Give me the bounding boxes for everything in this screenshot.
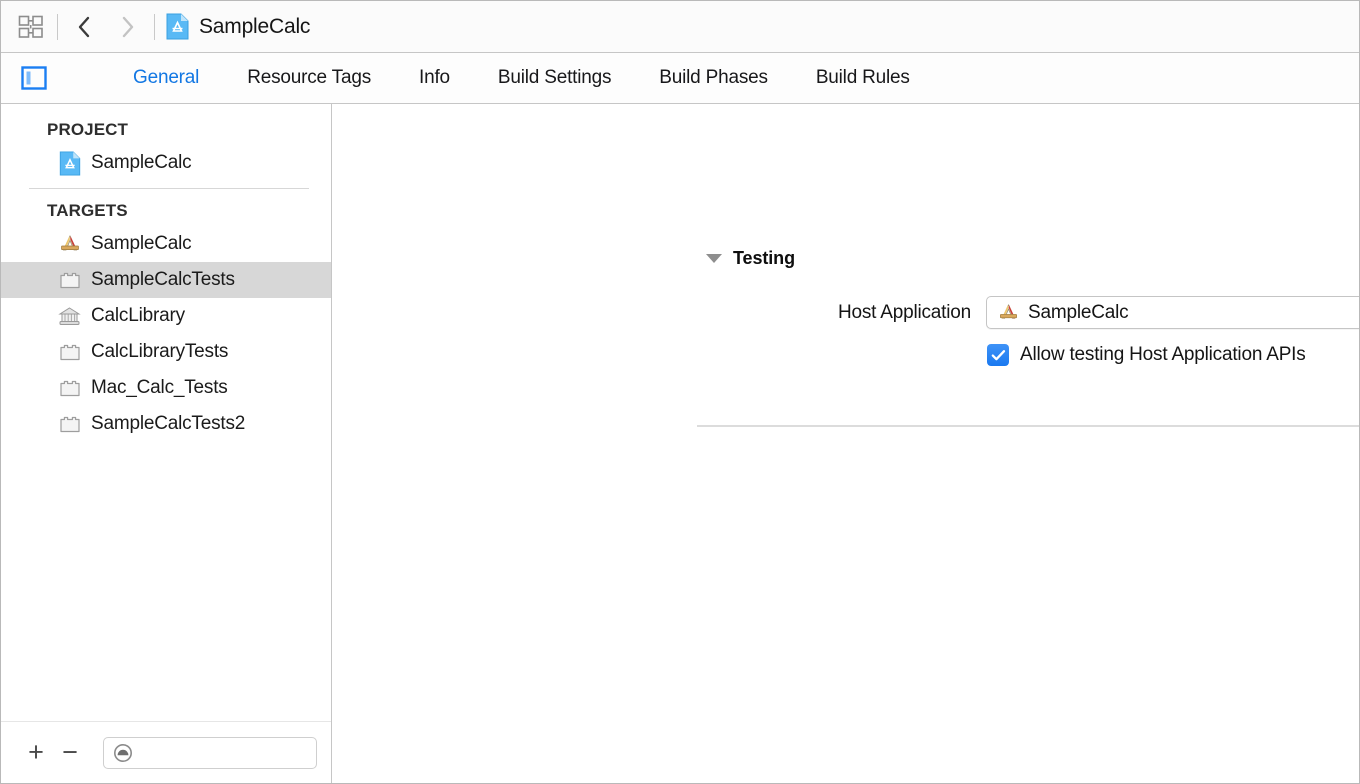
tab-build-settings[interactable]: Build Settings	[474, 67, 635, 89]
general-settings-pane: Testing Host Application SampleCalc	[332, 104, 1359, 783]
test-bundle-icon	[57, 412, 82, 437]
targets-section-header: TARGETS	[1, 196, 331, 226]
add-target-button[interactable]: +	[21, 739, 51, 766]
sidebar-item-label: SampleCalc	[91, 233, 191, 255]
sidebar-item-label: SampleCalcTests2	[91, 413, 245, 435]
sidebar-item-target-samplecalctests[interactable]: SampleCalcTests	[1, 262, 331, 298]
tab-general[interactable]: General	[109, 67, 223, 89]
jump-bar-divider-2	[154, 14, 155, 40]
xcode-project-document-icon	[166, 13, 189, 40]
host-application-popup-button[interactable]: SampleCalc	[986, 296, 1359, 329]
sidebar-item-project-samplecalc[interactable]: SampleCalc	[1, 145, 331, 181]
filter-input[interactable]	[103, 737, 317, 769]
sidebar-footer-toolbar: + −	[1, 721, 331, 783]
test-bundle-icon	[57, 340, 82, 365]
section-separator	[697, 425, 1359, 427]
host-application-label: Host Application	[706, 302, 986, 324]
jump-bar-title[interactable]: SampleCalc	[199, 15, 310, 39]
xcode-project-editor-window: SampleCalc General Resource Tags Info Bu…	[0, 0, 1360, 784]
section-title: Testing	[733, 248, 795, 269]
tab-resource-tags[interactable]: Resource Tags	[223, 67, 395, 89]
sidebar-item-target-samplecalctests2[interactable]: SampleCalcTests2	[1, 406, 331, 442]
jump-bar: SampleCalc	[1, 1, 1359, 53]
test-bundle-icon	[57, 268, 82, 293]
sidebar-item-label: Mac_Calc_Tests	[91, 377, 228, 399]
tab-build-rules[interactable]: Build Rules	[792, 67, 934, 89]
filter-recent-icon[interactable]	[112, 742, 134, 764]
jump-bar-divider-1	[57, 14, 58, 40]
testing-section-header[interactable]: Testing	[706, 248, 795, 269]
sidebar-item-target-samplecalc[interactable]: SampleCalc	[1, 226, 331, 262]
app-target-icon	[996, 301, 1020, 325]
show-navigator-panel-icon[interactable]	[1, 65, 47, 91]
sidebar-item-label: SampleCalcTests	[91, 269, 235, 291]
editor-tab-bar: General Resource Tags Info Build Setting…	[1, 53, 1359, 104]
tab-list: General Resource Tags Info Build Setting…	[109, 67, 934, 89]
sidebar-item-target-mac-calc-tests[interactable]: Mac_Calc_Tests	[1, 370, 331, 406]
editor-body: PROJECT SampleCalc TARGETS	[1, 104, 1359, 783]
remove-target-button[interactable]: −	[55, 739, 85, 766]
tab-info[interactable]: Info	[395, 67, 474, 89]
related-items-grid-icon[interactable]	[18, 15, 44, 39]
allow-testing-row[interactable]: Allow testing Host Application APIs	[987, 344, 1306, 366]
sidebar-item-label: CalcLibrary	[91, 305, 185, 327]
chevron-right-icon[interactable]	[115, 14, 141, 40]
sidebar-item-label: CalcLibraryTests	[91, 341, 228, 363]
sidebar-section-divider	[29, 188, 309, 189]
project-targets-list: PROJECT SampleCalc TARGETS	[1, 104, 331, 721]
project-section-header: PROJECT	[1, 115, 331, 145]
checkmark-icon	[991, 349, 1006, 362]
allow-testing-label: Allow testing Host Application APIs	[1020, 344, 1306, 366]
triangle-down-icon[interactable]	[706, 254, 722, 263]
sidebar-item-target-calclibrary[interactable]: CalcLibrary	[1, 298, 331, 334]
sidebar-item-label: SampleCalc	[91, 152, 191, 174]
project-targets-sidebar: PROJECT SampleCalc TARGETS	[1, 104, 332, 783]
app-target-icon	[57, 232, 82, 257]
tab-build-phases[interactable]: Build Phases	[635, 67, 792, 89]
host-application-value: SampleCalc	[1028, 302, 1128, 324]
allow-testing-checkbox[interactable]	[987, 344, 1009, 366]
library-framework-icon	[57, 304, 82, 329]
sidebar-item-target-calclibrarytests[interactable]: CalcLibraryTests	[1, 334, 331, 370]
chevron-left-icon[interactable]	[71, 14, 97, 40]
test-bundle-icon	[57, 376, 82, 401]
host-application-row: Host Application SampleCalc	[706, 296, 1359, 329]
xcode-project-document-icon	[57, 151, 82, 176]
